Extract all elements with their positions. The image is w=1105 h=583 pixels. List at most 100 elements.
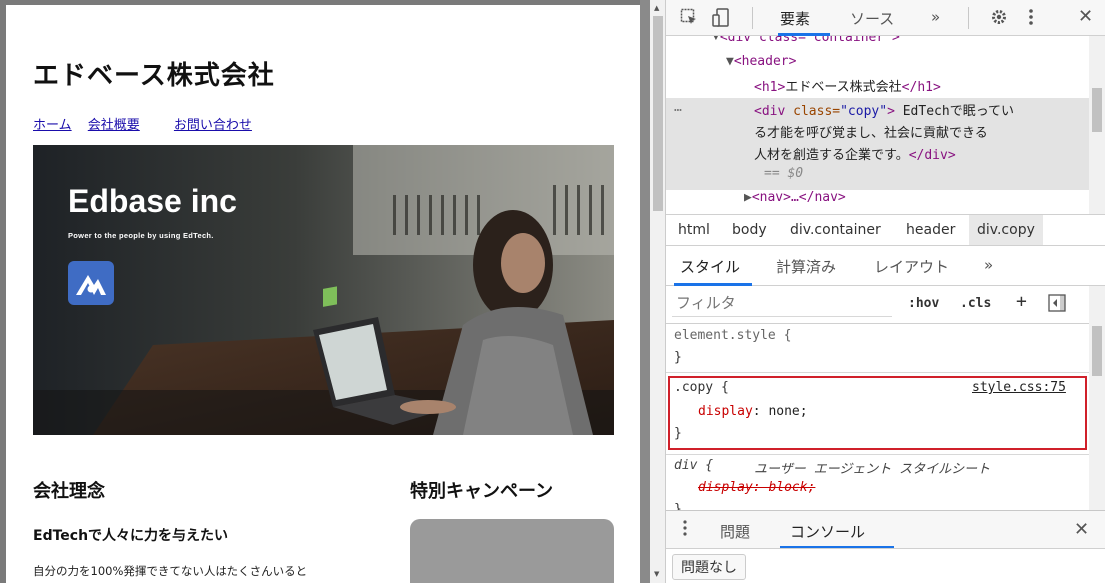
- section-philosophy-heading: 会社理念: [33, 481, 105, 502]
- div-text-line-1: EdTechで眠ってい: [894, 104, 1015, 119]
- tab-layout[interactable]: レイアウト: [874, 256, 949, 277]
- selected-node-ref: == $0: [764, 166, 804, 181]
- more-options-icon[interactable]: [1028, 8, 1034, 30]
- div-open-bracket: >: [887, 104, 895, 119]
- styles-scrollbar[interactable]: [1089, 286, 1105, 510]
- breadcrumb-html[interactable]: html: [678, 222, 710, 238]
- breadcrumb-body[interactable]: body: [732, 222, 767, 238]
- ua-stylesheet-label: ユーザー エージェント スタイルシート: [754, 462, 991, 477]
- toolbar-separator: [752, 7, 753, 29]
- div-close-tag: </div>: [908, 148, 956, 163]
- rule-divider: [666, 372, 1089, 373]
- ua-rule-close: }: [674, 502, 682, 510]
- elements-scrollbar[interactable]: [1089, 36, 1105, 214]
- div-attr-name: class=: [793, 104, 841, 119]
- nav-link-contact[interactable]: お問い合わせ: [174, 118, 252, 133]
- h1-text: エドベース株式会社: [785, 80, 902, 95]
- hero-title: Edbase inc: [68, 183, 237, 219]
- styles-filter-input[interactable]: [676, 294, 876, 312]
- div-open-tag: <div: [754, 104, 794, 119]
- element-style-close: }: [674, 350, 682, 365]
- device-toolbar-icon[interactable]: [712, 8, 730, 32]
- inspect-element-icon[interactable]: [680, 8, 698, 30]
- new-rule-button[interactable]: +: [1016, 291, 1027, 312]
- elements-tree: ▾<div class="container"> ▼<header> <h1>エ…: [666, 36, 1089, 214]
- copy-rule-close: }: [674, 426, 682, 441]
- tab-styles[interactable]: スタイル: [680, 256, 740, 277]
- devtools-panel: 要素 ソース » ✕ ▾<div class="container"> ▼<he…: [666, 0, 1105, 583]
- campaign-card[interactable]: [410, 519, 614, 583]
- devtools-drawer-tabs: 問題 コンソール ✕: [666, 510, 1105, 549]
- page-viewport: エドベース株式会社 ホーム 会社概要 お問い合わせ Edbase inc Pow…: [6, 5, 640, 583]
- nav-link-home[interactable]: ホーム: [33, 118, 72, 133]
- site-nav: ホーム 会社概要 お問い合わせ: [33, 114, 264, 133]
- close-drawer-icon[interactable]: ✕: [1074, 519, 1089, 540]
- site-title: エドベース株式会社: [33, 61, 275, 91]
- div-text-line-2: る才能を呼び覚まし、社会に貢献できる: [754, 126, 988, 141]
- ua-rule-declaration: display: block;: [698, 480, 816, 495]
- dom-node-header[interactable]: ▼<header>: [726, 54, 796, 69]
- sidebar-toggle-icon[interactable]: [1048, 294, 1066, 316]
- scroll-up-icon[interactable]: ▲: [654, 4, 659, 12]
- copy-rule-selector[interactable]: .copy {: [674, 380, 729, 395]
- mountain-logo-icon: [68, 261, 114, 305]
- issues-bar: 問題なし: [666, 548, 1105, 583]
- div-text-line-3-row: 人材を創造する企業です。</div>: [754, 144, 956, 163]
- breadcrumb: html body div.container header div.copy: [666, 214, 1105, 246]
- scroll-down-icon[interactable]: ▼: [654, 570, 659, 578]
- gear-icon[interactable]: [990, 8, 1008, 30]
- header-tag: <header>: [733, 54, 797, 69]
- copy-rule-declaration[interactable]: display: none;: [698, 404, 808, 419]
- breadcrumb-div-copy[interactable]: div.copy: [969, 215, 1043, 245]
- no-issues-button[interactable]: 問題なし: [672, 554, 746, 580]
- toolbar-separator: [968, 7, 969, 29]
- philosophy-subheading: EdTechで人々に力を与えたい: [33, 528, 229, 544]
- drawer-tab-console[interactable]: コンソール: [790, 521, 865, 542]
- copy-rule-source-link[interactable]: style.css:75: [972, 380, 1066, 395]
- dom-node-nav[interactable]: ▶<nav>…</nav>: [744, 190, 846, 205]
- scrollbar-thumb[interactable]: [1092, 326, 1102, 376]
- styles-filter-bar: :hov .cls +: [666, 286, 1089, 324]
- dom-node-h1[interactable]: <h1>エドベース株式会社</h1>: [754, 76, 941, 95]
- div-text-line-3: 人材を創造する企業です。: [754, 148, 909, 163]
- nav-tag: <nav>…</nav>: [751, 190, 846, 205]
- section-campaign-heading: 特別キャンペーン: [410, 481, 554, 502]
- h1-close-tag: </h1>: [901, 80, 941, 95]
- rule-divider: [666, 454, 1089, 455]
- copy-rule-value: none;: [768, 404, 808, 419]
- tab-sources[interactable]: ソース: [850, 8, 894, 29]
- panel-splitter[interactable]: [640, 0, 650, 583]
- hero-image: Edbase inc Power to the people by using …: [33, 145, 614, 435]
- scrollbar-thumb[interactable]: [1092, 88, 1102, 132]
- close-icon[interactable]: ✕: [1078, 6, 1093, 27]
- tab-elements[interactable]: 要素: [780, 8, 810, 29]
- styles-subtabs: スタイル 計算済み レイアウト »: [666, 246, 1105, 286]
- div-attr-value: "copy": [840, 104, 888, 119]
- filter-underline: [672, 316, 892, 317]
- class-toggle-button[interactable]: .cls: [960, 296, 991, 311]
- container-tag: <div class="container">: [719, 36, 900, 45]
- drawer-tab-issues[interactable]: 問題: [720, 521, 750, 542]
- dom-node-container[interactable]: ▾<div class="container">: [712, 36, 900, 45]
- more-tabs-button[interactable]: »: [931, 8, 940, 26]
- copy-rule-prop: display: [698, 404, 753, 419]
- scrollbar-thumb[interactable]: [653, 16, 663, 211]
- hero-subtitle: Power to the people by using EdTech.: [68, 231, 214, 240]
- drawer-menu-icon[interactable]: [682, 519, 688, 541]
- screen: エドベース株式会社 ホーム 会社概要 お問い合わせ Edbase inc Pow…: [0, 0, 1105, 583]
- node-options-icon[interactable]: …: [674, 100, 682, 115]
- dom-node-div-copy[interactable]: <div class="copy"> EdTechで眠ってい: [754, 100, 1014, 119]
- devtools-toolbar: 要素 ソース » ✕: [666, 0, 1105, 36]
- breadcrumb-container[interactable]: div.container: [790, 222, 881, 238]
- hover-state-button[interactable]: :hov: [908, 296, 939, 311]
- breadcrumb-header[interactable]: header: [906, 222, 955, 238]
- more-subtabs-button[interactable]: »: [984, 256, 993, 274]
- styles-pane: element.style { } .copy { style.css:75 d…: [666, 324, 1089, 510]
- tab-computed[interactable]: 計算済み: [776, 256, 836, 277]
- element-style-selector[interactable]: element.style {: [674, 328, 791, 343]
- ua-rule-selector: div {: [674, 458, 714, 473]
- nav-link-about[interactable]: 会社概要: [88, 118, 140, 133]
- philosophy-body-text: 自分の力を100%発揮できてない人はたくさんいると: [33, 564, 308, 578]
- h1-open-tag: <h1>: [754, 80, 786, 95]
- page-scrollbar[interactable]: ▲ ▼: [650, 0, 666, 583]
